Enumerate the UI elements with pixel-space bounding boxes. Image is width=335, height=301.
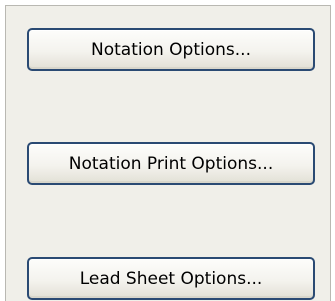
- options-panel: Notation Options... Notation Print Optio…: [5, 5, 331, 301]
- lead-sheet-options-button[interactable]: Lead Sheet Options...: [27, 257, 315, 300]
- options-window: Notation Options... Notation Print Optio…: [0, 0, 335, 301]
- notation-print-options-button[interactable]: Notation Print Options...: [27, 142, 315, 185]
- notation-options-button[interactable]: Notation Options...: [27, 28, 315, 71]
